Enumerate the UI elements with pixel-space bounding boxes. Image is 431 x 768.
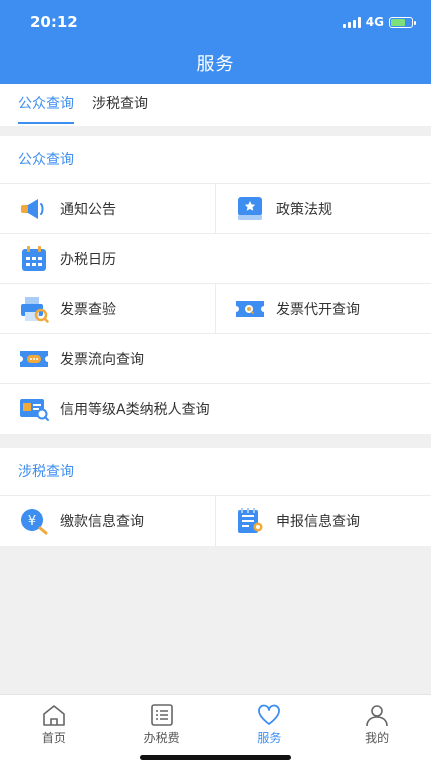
calendar-icon (18, 244, 50, 274)
tab-home-label: 首页 (41, 731, 66, 745)
credit-label: 信用等级A类纳税人查询 (60, 402, 210, 418)
book-star-icon (234, 194, 266, 224)
tab-public-query[interactable]: 公众查询 (18, 84, 74, 126)
list-row: 发票查验 发票代开查询 (0, 284, 431, 334)
invoice-proxy-item[interactable]: 发票代开查询 (216, 284, 431, 333)
list-icon (150, 704, 173, 726)
payment-item[interactable]: ¥ 缴款信息查询 (0, 496, 216, 546)
tab-tax-service-label: 办税费 (143, 731, 180, 745)
notice-label: 通知公告 (60, 201, 116, 218)
battery-icon (389, 16, 416, 28)
ticket-chat-icon (18, 344, 50, 374)
list-row: 办税日历 (0, 234, 431, 284)
status-bar: 20:12 4G (30, 12, 416, 32)
tab-home[interactable]: 首页 (0, 695, 108, 768)
printer-search-icon (18, 294, 50, 324)
invoice-check-label: 发票查验 (60, 301, 116, 318)
document-search-icon (234, 506, 266, 536)
section-title: 公众查询 (0, 136, 431, 184)
calendar-label: 办税日历 (60, 251, 116, 268)
header-bar: 20:12 4G 服务 (0, 0, 431, 84)
policy-item[interactable]: 政策法规 (216, 184, 431, 233)
calendar-item[interactable]: 办税日历 (0, 234, 431, 283)
tab-bar: 公众查询 涉税查询 (0, 84, 431, 126)
invoice-flow-item[interactable]: 发票流向查询 (0, 334, 431, 383)
list-row: ¥ 缴款信息查询 申报信息查询 (0, 496, 431, 546)
network-label: 4G (365, 15, 384, 29)
yuan-search-icon: ¥ (18, 506, 50, 536)
invoice-flow-label: 发票流向查询 (60, 351, 144, 368)
credit-item[interactable]: 信用等级A类纳税人查询 (0, 384, 431, 434)
payment-label: 缴款信息查询 (60, 514, 144, 530)
tab-mine[interactable]: 我的 (323, 695, 431, 768)
status-time: 20:12 (30, 13, 78, 31)
notice-item[interactable]: 通知公告 (0, 184, 216, 233)
page-title: 服务 (196, 54, 235, 75)
signal-icon (342, 16, 361, 28)
public-query-section: 公众查询 通知公告 政策法规 办税日历 发票查验 发票代开查询 发票流向查询 信… (0, 136, 431, 434)
list-row: 信用等级A类纳税人查询 (0, 384, 431, 434)
id-card-search-icon (18, 394, 50, 424)
invoice-check-item[interactable]: 发票查验 (0, 284, 216, 333)
heart-icon (258, 704, 281, 725)
home-icon (43, 705, 65, 726)
list-row: 通知公告 政策法规 (0, 184, 431, 234)
policy-label: 政策法规 (276, 201, 332, 218)
declare-item[interactable]: 申报信息查询 (216, 496, 431, 546)
declare-label: 申报信息查询 (276, 514, 360, 530)
megaphone-icon (18, 194, 50, 224)
ticket-search-icon (234, 294, 266, 324)
user-icon (366, 705, 388, 727)
tab-service-label: 服务 (257, 731, 282, 745)
tab-mine-label: 我的 (365, 731, 390, 745)
invoice-proxy-label: 发票代开查询 (276, 301, 360, 318)
status-indicators: 4G (342, 15, 416, 29)
tab-tax-query[interactable]: 涉税查询 (92, 84, 148, 126)
home-indicator (140, 755, 291, 760)
section-title: 涉税查询 (0, 448, 431, 496)
list-row: 发票流向查询 (0, 334, 431, 384)
payment-icon-symbol: ¥ (28, 514, 36, 529)
tax-query-section: 涉税查询 ¥ 缴款信息查询 申报信息查询 (0, 448, 431, 546)
